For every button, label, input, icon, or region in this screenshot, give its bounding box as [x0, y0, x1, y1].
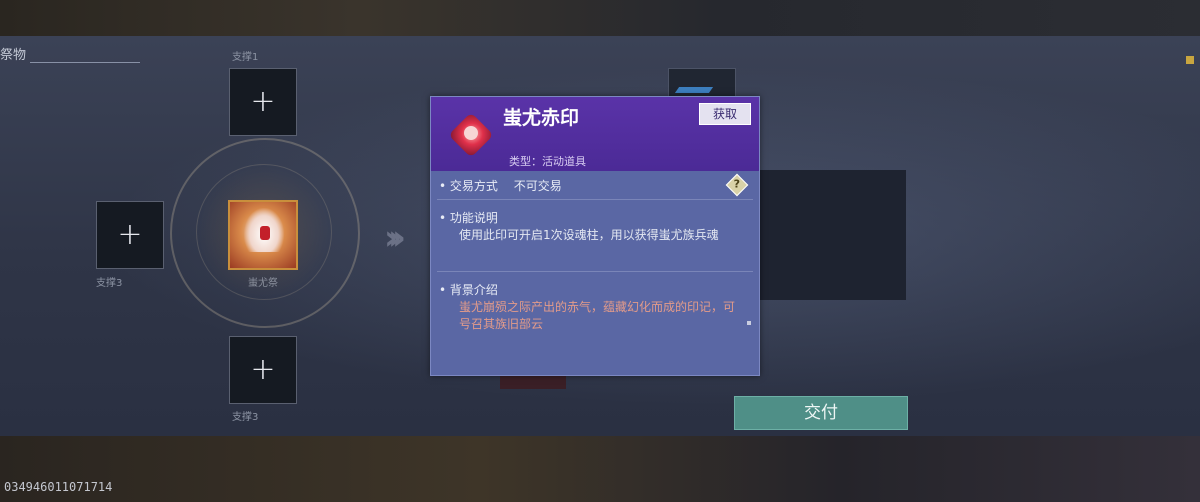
game-background-bottom [0, 436, 1200, 502]
background-title: • 背景介绍 [439, 283, 498, 297]
tooltip-header: 蚩尤赤印 获取 类型：活动道具 [431, 97, 759, 171]
arrow-right-icon: ››› [384, 218, 406, 258]
function-title: • 功能说明 [439, 211, 498, 225]
scroll-indicator[interactable] [747, 321, 751, 325]
left-support-slot[interactable]: + [96, 201, 164, 269]
item-tooltip: 蚩尤赤印 获取 类型：活动道具 • 交易方式 不可交易 ? • 功能说明 使用此… [430, 96, 760, 376]
seal-glyph-icon [464, 126, 478, 140]
deliver-button[interactable]: 交付 [734, 396, 908, 430]
panel-title: 祭物 [0, 48, 27, 63]
game-background-top [0, 0, 1200, 36]
main-offering-label: 蚩尤祭 [248, 278, 278, 289]
plus-icon: + [250, 84, 276, 119]
beast-mark-icon [260, 226, 270, 240]
background-text: 蚩尤崩殒之际产出的赤气，蕴藏幻化而成的印记，可号召其族旧部云 [459, 300, 736, 331]
serial-number: 034946011071714 [4, 480, 113, 494]
divider [437, 199, 753, 200]
result-preview-box [756, 170, 906, 300]
bottom-slot-label: 支撑3 [232, 412, 259, 423]
item-type: 类型：活动道具 [509, 155, 586, 168]
trade-row: • 交易方式 不可交易 [439, 177, 562, 194]
plus-icon: + [250, 352, 276, 387]
obtain-button[interactable]: 获取 [699, 103, 751, 125]
top-slot-label: 支撑1 [232, 52, 259, 63]
bottom-support-slot[interactable]: + [229, 336, 297, 404]
trade-label: • 交易方式 [439, 179, 498, 193]
reward-item-slot[interactable] [668, 68, 736, 98]
top-support-slot[interactable]: + [229, 68, 297, 136]
divider [437, 271, 753, 272]
corner-marker-icon [1186, 56, 1194, 64]
item-name: 蚩尤赤印 [503, 107, 580, 129]
main-offering-slot[interactable] [228, 200, 298, 270]
title-underline [30, 62, 140, 63]
function-text: 使用此印可开启1次设魂柱，用以获得蚩尤族兵魂 [459, 228, 719, 242]
red-item-slot[interactable] [500, 374, 566, 389]
help-glyph: ? [733, 177, 740, 191]
plus-icon: + [117, 217, 143, 252]
help-icon[interactable]: ? [725, 173, 749, 197]
trade-value: 不可交易 [513, 179, 562, 193]
left-slot-label: 支撑3 [96, 278, 123, 289]
